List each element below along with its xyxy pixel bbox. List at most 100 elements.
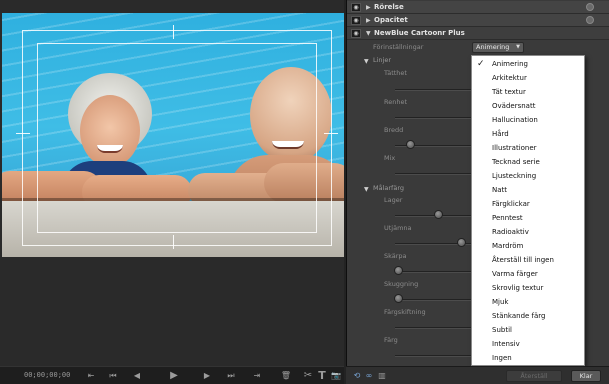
effect-label: Opacitet [374, 16, 408, 24]
trash-icon[interactable]: 🗑 [280, 370, 292, 382]
param-label: Skärpa [384, 252, 407, 260]
menu-item-label: Illustrationer [492, 144, 537, 152]
eye-icon[interactable]: ◉ [351, 29, 361, 38]
menu-item-label: Ingen [492, 354, 512, 362]
go-to-out-button[interactable]: ⇥ [250, 370, 264, 382]
monitor-panel: 00;00;00;00 ⇤ ⏮ ◀ ▶ ▶ ⏭ ⇥ 🗑 ✂ T 📷 [0, 0, 344, 384]
gear-icon[interactable] [586, 3, 594, 11]
app-window: 00;00;00;00 ⇤ ⏮ ◀ ▶ ▶ ⏭ ⇥ 🗑 ✂ T 📷 ◉ ▶ Rö… [0, 0, 609, 384]
menu-item[interactable]: Intensiv [472, 337, 584, 351]
slider-knob[interactable] [457, 238, 466, 247]
reset-button[interactable]: Återställ [506, 370, 562, 382]
timecode[interactable]: 00;00;00;00 [24, 371, 70, 379]
title-icon[interactable]: T [316, 370, 328, 382]
menu-item-label: Radioaktiv [492, 228, 529, 236]
menu-item-label: Subtil [492, 326, 512, 334]
trash-icon[interactable]: ▥ [377, 370, 387, 382]
menu-item[interactable]: Arkitektur [472, 71, 584, 85]
menu-item[interactable]: Hallucination [472, 113, 584, 127]
slider-knob[interactable] [434, 210, 443, 219]
rewind-button[interactable]: ⏮ [106, 370, 120, 382]
scissors-icon[interactable]: ✂ [302, 370, 314, 382]
param-label: Utjämna [384, 224, 412, 232]
safe-tick-bottom [173, 235, 174, 249]
menu-item-label: Varma färger [492, 270, 538, 278]
menu-item[interactable]: Hård [472, 127, 584, 141]
effect-row-opacity[interactable]: ◉ ▶ Opacitet [347, 14, 609, 27]
camera-icon[interactable]: 📷 [330, 370, 342, 382]
slider-track[interactable] [395, 327, 473, 329]
slider-knob[interactable] [394, 294, 403, 303]
checkmark-icon: ✓ [477, 59, 485, 69]
slider-knob[interactable] [406, 140, 415, 149]
safe-tick-right [324, 133, 338, 134]
menu-item[interactable]: Natt [472, 183, 584, 197]
presets-dropdown[interactable]: Animering ▼ [472, 42, 524, 53]
collapse-triangle-icon[interactable]: ▼ [364, 58, 369, 65]
eye-icon[interactable]: ◉ [351, 16, 361, 25]
play-button[interactable]: ▶ [166, 370, 182, 382]
slider-track[interactable] [395, 299, 473, 301]
menu-item-label: Skrovlig textur [492, 284, 544, 292]
menu-item[interactable]: Illustrationer [472, 141, 584, 155]
menu-item-label: Stänkande färg [492, 312, 546, 320]
menu-item[interactable]: Skrovlig textur [472, 281, 584, 295]
step-forward-button[interactable]: ▶ [200, 370, 214, 382]
param-label: Färgskiftning [384, 308, 426, 316]
menu-item[interactable]: Ovädersnatt [472, 99, 584, 113]
menu-item-label: Mardröm [492, 242, 524, 250]
slider-track[interactable] [395, 117, 473, 119]
menu-item[interactable]: Återställ till ingen [472, 253, 584, 267]
title-safe-frame [37, 43, 317, 233]
slider-track[interactable] [395, 173, 473, 175]
menu-item[interactable]: Tät textur [472, 85, 584, 99]
link-icon[interactable]: ∞ [364, 370, 374, 382]
menu-item-label: Hård [492, 130, 509, 138]
collapse-triangle-icon[interactable]: ▼ [364, 186, 369, 193]
menu-item[interactable]: Subtil [472, 323, 584, 337]
done-button[interactable]: Klar [571, 370, 601, 382]
menu-item[interactable]: Ljusteckning [472, 169, 584, 183]
fast-forward-button[interactable]: ⏭ [224, 370, 238, 382]
menu-item[interactable]: Mjuk [472, 295, 584, 309]
slider-track[interactable] [395, 89, 473, 91]
chevron-down-icon: ▼ [516, 44, 520, 50]
menu-item[interactable]: Ingen [472, 351, 584, 365]
param-label: Renhet [384, 98, 408, 106]
menu-item[interactable]: Stänkande färg [472, 309, 584, 323]
group-label-paint: Målarfärg [373, 184, 405, 192]
menu-item[interactable]: Radioaktiv [472, 225, 584, 239]
menu-item[interactable]: Färgklickar [472, 197, 584, 211]
menu-item[interactable]: ✓ Animering [472, 57, 584, 71]
menu-item-label: Natt [492, 186, 508, 194]
menu-item[interactable]: Tecknad serie [472, 155, 584, 169]
expand-triangle-icon[interactable]: ▶ [366, 17, 371, 24]
video-preview[interactable] [2, 13, 344, 257]
menu-item-label: Ovädersnatt [492, 102, 536, 110]
menu-item-label: Animering [492, 60, 528, 68]
collapse-triangle-icon[interactable]: ▼ [366, 30, 371, 37]
param-label: Lager [384, 196, 403, 204]
slider-track[interactable] [395, 355, 473, 357]
slider-track[interactable] [395, 271, 473, 273]
menu-item-label: Ljusteckning [492, 172, 537, 180]
menu-item[interactable]: Varma färger [472, 267, 584, 281]
effect-row-cartoonr[interactable]: ◉ ▼ NewBlue Cartoonr Plus [347, 27, 609, 40]
go-to-in-button[interactable]: ⇤ [84, 370, 98, 382]
gear-icon[interactable] [586, 16, 594, 24]
menu-item-label: Mjuk [492, 298, 509, 306]
menu-item[interactable]: Penntest [472, 211, 584, 225]
menu-item-label: Intensiv [492, 340, 520, 348]
eye-icon[interactable]: ◉ [351, 3, 361, 12]
step-back-button[interactable]: ◀ [130, 370, 144, 382]
menu-item[interactable]: Mardröm [472, 239, 584, 253]
param-label: Mix [384, 154, 396, 162]
param-label: Färg [384, 336, 398, 344]
slider-knob[interactable] [394, 266, 403, 275]
param-label: Skuggning [384, 280, 419, 288]
keyframe-icon[interactable]: ⟲ [352, 370, 362, 382]
effect-row-motion[interactable]: ◉ ▶ Rörelse [347, 1, 609, 14]
param-label: Bredd [384, 126, 404, 134]
menu-item-label: Arkitektur [492, 74, 527, 82]
expand-triangle-icon[interactable]: ▶ [366, 4, 371, 11]
